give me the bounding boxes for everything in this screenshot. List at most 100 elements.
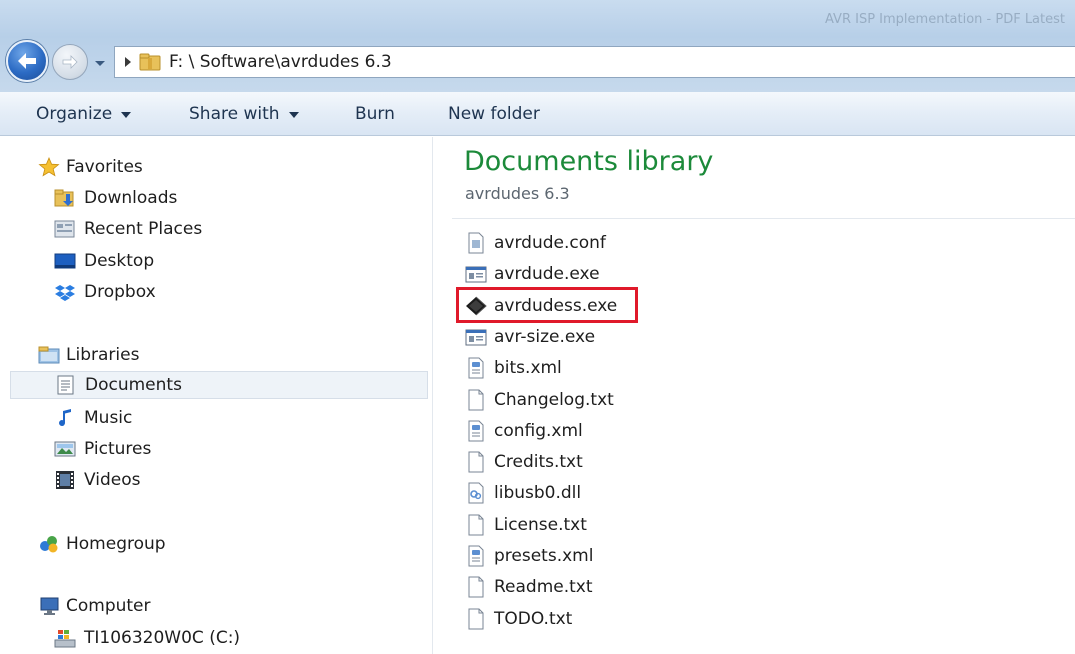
file-item[interactable]: Changelog.txt — [464, 386, 614, 414]
documents-icon — [55, 375, 77, 395]
dropdown-caret-icon — [288, 112, 299, 118]
folder-icon — [139, 53, 161, 71]
downloads-folder-icon — [54, 188, 76, 208]
file-name: config.xml — [494, 420, 583, 441]
pictures-icon — [54, 439, 76, 459]
xml-file-icon — [464, 357, 488, 379]
file-item[interactable]: avr-size.exe — [464, 323, 595, 351]
nav-desktop[interactable]: Desktop — [54, 247, 154, 275]
nav-recent-places[interactable]: Recent Places — [54, 215, 202, 243]
back-button[interactable] — [6, 40, 48, 82]
nav-drive-c[interactable]: TI106320W0C (C:) — [54, 624, 240, 652]
nav-videos[interactable]: Videos — [54, 466, 141, 494]
burn-label: Burn — [355, 104, 395, 124]
computer-icon — [38, 596, 60, 616]
libraries-folder-icon — [38, 345, 60, 365]
share-with-label: Share with — [189, 104, 280, 124]
chevron-right-icon[interactable] — [121, 55, 135, 69]
file-name: libusb0.dll — [494, 483, 582, 504]
star-icon — [38, 157, 60, 177]
address-path: F: \ Software\avrdudes 6.3 — [169, 52, 392, 72]
nav-libraries[interactable]: Libraries — [38, 341, 139, 369]
title-bar: AVR ISP Implementation - PDF Latest F: \… — [0, 0, 1075, 92]
nav-dropbox[interactable]: Dropbox — [54, 278, 156, 306]
text-file-icon — [464, 451, 488, 473]
file-item[interactable]: License.txt — [464, 511, 587, 539]
arrow-right-icon — [62, 55, 78, 69]
recent-pages-button[interactable] — [92, 55, 108, 71]
nav-label: Videos — [84, 470, 141, 490]
library-subtitle[interactable]: avrdudes 6.3 — [465, 184, 570, 203]
file-name: avr-size.exe — [494, 326, 596, 347]
windows-drive-icon — [54, 628, 76, 648]
nav-downloads[interactable]: Downloads — [54, 184, 177, 212]
nav-label: Desktop — [84, 251, 155, 271]
file-name: avrdude.exe — [494, 264, 600, 285]
dll-file-icon — [464, 482, 488, 504]
nav-label: Recent Places — [84, 219, 203, 239]
share-with-button[interactable]: Share with — [189, 104, 299, 124]
text-file-icon — [464, 576, 488, 598]
conf-file-icon — [464, 232, 488, 254]
exe-window-icon — [464, 263, 488, 285]
command-toolbar: Organize Share with Burn New folder — [0, 92, 1075, 136]
text-file-icon — [464, 608, 488, 630]
nav-label: TI106320W0C (C:) — [84, 628, 241, 648]
file-name: Readme.txt — [494, 577, 593, 598]
nav-favorites[interactable]: Favorites — [38, 153, 143, 181]
xml-file-icon — [464, 420, 488, 442]
music-note-icon — [54, 408, 76, 428]
file-name: License.txt — [494, 514, 587, 535]
file-item[interactable]: avrdude.exe — [464, 260, 600, 288]
desktop-icon — [54, 251, 76, 271]
arrow-left-icon — [18, 53, 36, 69]
window-title: AVR ISP Implementation - PDF Latest — [825, 12, 1065, 27]
burn-button[interactable]: Burn — [355, 104, 395, 124]
organize-label: Organize — [36, 104, 113, 124]
nav-label: Music — [84, 408, 133, 428]
pane-divider[interactable] — [432, 137, 433, 654]
nav-label: Homegroup — [66, 534, 166, 554]
new-folder-label: New folder — [448, 104, 540, 124]
nav-label: Pictures — [84, 439, 152, 459]
file-name: avrdude.conf — [494, 233, 606, 253]
text-file-icon — [464, 514, 488, 536]
file-name: Changelog.txt — [494, 389, 614, 410]
dropdown-caret-icon — [121, 112, 132, 118]
file-name: Credits.txt — [494, 452, 583, 473]
highlight-annotation — [456, 287, 638, 323]
nav-label: Dropbox — [84, 282, 156, 302]
file-item[interactable]: libusb0.dll — [464, 479, 581, 507]
nav-label: Computer — [66, 596, 151, 616]
exe-window-icon — [464, 326, 488, 348]
nav-label: Documents — [85, 375, 182, 395]
file-item[interactable]: Readme.txt — [464, 573, 593, 601]
nav-label: Libraries — [66, 345, 140, 365]
organize-button[interactable]: Organize — [36, 104, 132, 124]
chevron-down-icon — [95, 61, 105, 66]
file-item[interactable]: config.xml — [464, 417, 583, 445]
nav-homegroup[interactable]: Homegroup — [38, 530, 166, 558]
text-file-icon — [464, 389, 488, 411]
library-title: Documents library — [464, 146, 714, 177]
nav-computer[interactable]: Computer — [38, 592, 151, 620]
nav-pictures[interactable]: Pictures — [54, 435, 151, 463]
new-folder-button[interactable]: New folder — [448, 104, 540, 124]
file-item[interactable]: presets.xml — [464, 542, 593, 570]
forward-button[interactable] — [52, 44, 88, 80]
file-item[interactable]: TODO.txt — [464, 605, 572, 633]
dropbox-icon — [54, 282, 76, 302]
nav-label: Favorites — [66, 157, 143, 177]
video-film-icon — [54, 470, 76, 490]
file-name: presets.xml — [494, 546, 594, 566]
nav-documents[interactable]: Documents — [10, 371, 428, 399]
homegroup-icon — [38, 534, 60, 554]
file-item[interactable]: bits.xml — [464, 354, 562, 382]
file-item[interactable]: avrdude.conf — [464, 229, 606, 257]
address-bar[interactable]: F: \ Software\avrdudes 6.3 — [114, 46, 1075, 78]
file-name: bits.xml — [494, 358, 562, 379]
xml-file-icon — [464, 545, 488, 567]
file-item[interactable]: Credits.txt — [464, 448, 583, 476]
nav-music[interactable]: Music — [54, 404, 132, 432]
header-divider — [452, 218, 1075, 219]
